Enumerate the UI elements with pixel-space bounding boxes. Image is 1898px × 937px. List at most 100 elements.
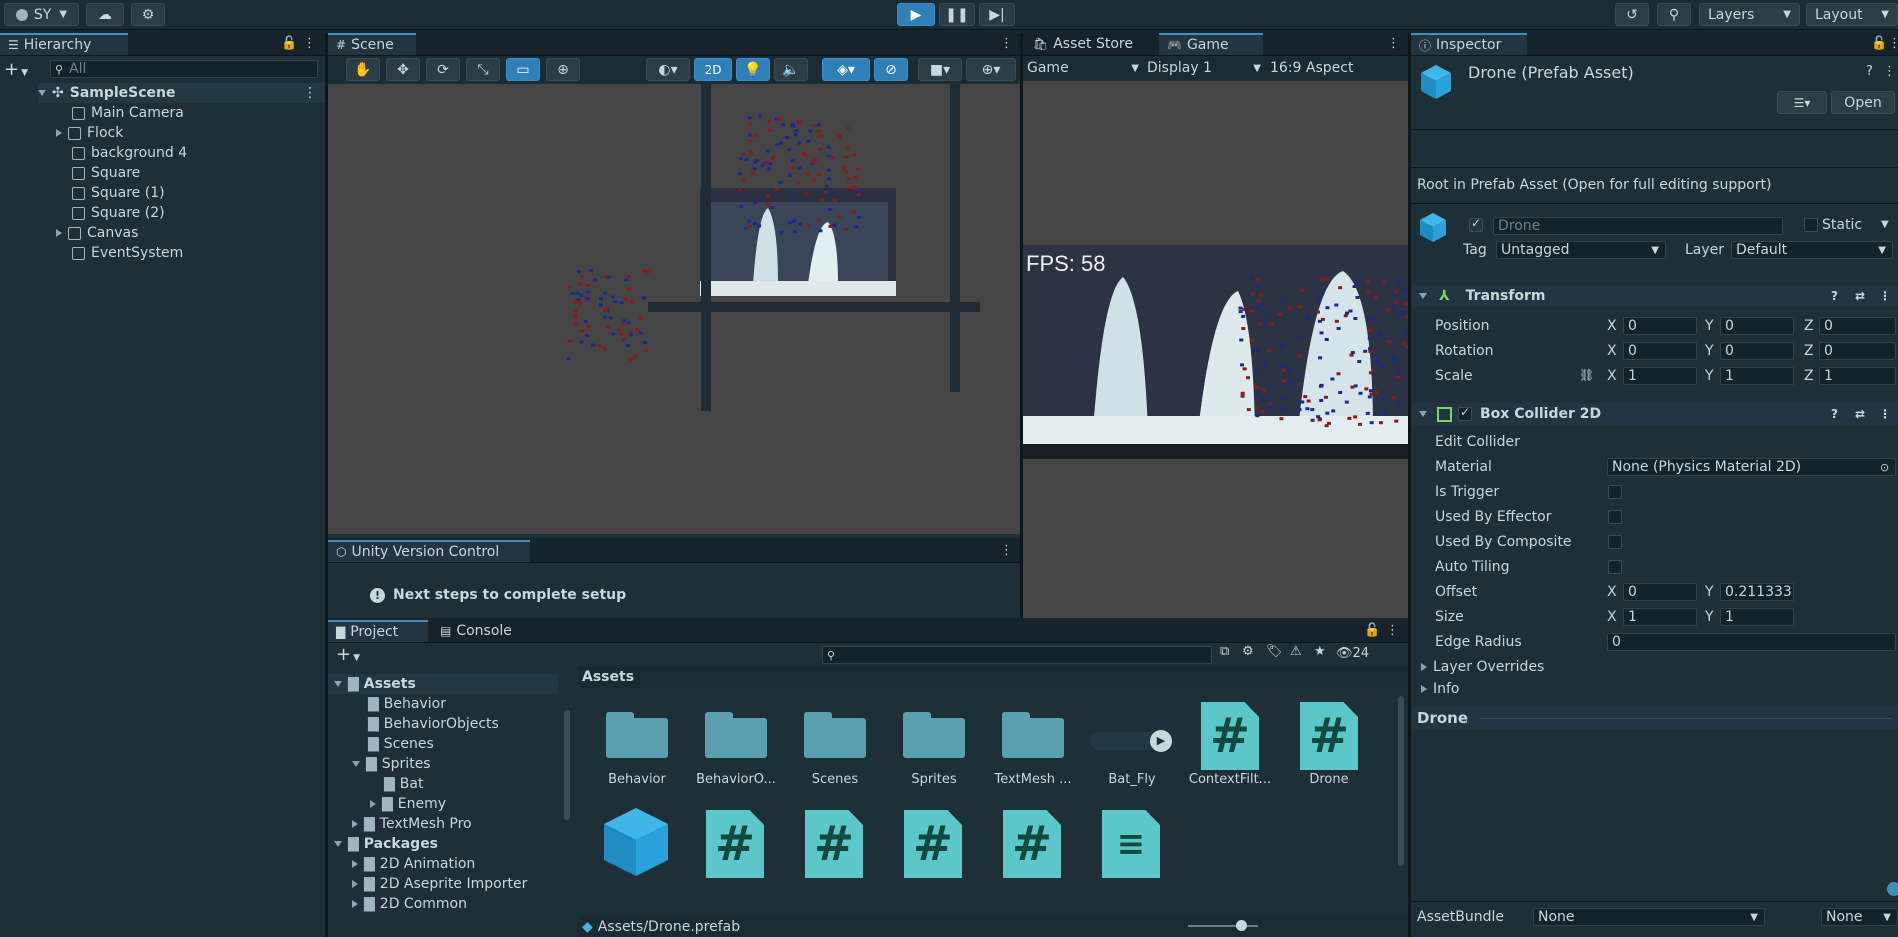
audio-toggle[interactable]: 🔈 xyxy=(774,58,808,81)
collab-button[interactable]: ⚙ xyxy=(131,3,165,26)
rotation-y-field[interactable]: 0 xyxy=(1720,342,1794,360)
move-tool-button[interactable]: ✥ xyxy=(386,58,420,81)
transform-tool-button[interactable]: ⊕ xyxy=(546,58,580,81)
preset-icon[interactable]: ⇄ xyxy=(1855,289,1865,303)
help-icon[interactable]: ? xyxy=(1866,64,1873,79)
asset-bundle-variant-dropdown[interactable]: None ▼ xyxy=(1821,908,1898,926)
hidden-count[interactable]: 👁24 xyxy=(1336,646,1369,661)
more-icon[interactable]: ⋮ xyxy=(1386,623,1399,638)
asset-behavior[interactable]: Behavior xyxy=(589,772,685,787)
rect-tool-button[interactable]: ▭ xyxy=(506,58,540,81)
asset-behaviorobjects[interactable]: BehaviorO... xyxy=(688,772,784,787)
offset-x-field[interactable]: 0 xyxy=(1623,583,1697,601)
play-button[interactable]: ▶ xyxy=(897,3,935,26)
scale-y-field[interactable]: 1 xyxy=(1720,367,1794,385)
more-icon[interactable]: ⋮ xyxy=(1879,289,1891,303)
account-dropdown[interactable]: SY ▼ xyxy=(4,3,79,26)
zoom-slider-thumb[interactable] xyxy=(1236,920,1247,931)
more-icon[interactable]: ⋮ xyxy=(1000,36,1013,51)
tab-vcs[interactable]: ⬡ Unity Version Control xyxy=(328,540,530,562)
size-x-field[interactable]: 1 xyxy=(1623,608,1697,626)
object-picker-icon[interactable]: ⊙ xyxy=(1880,461,1889,474)
more-icon[interactable]: ⋮ xyxy=(1888,36,1898,51)
gameobject-cube-icon[interactable] xyxy=(1419,211,1449,245)
csharp-script-icon[interactable]: # xyxy=(706,810,764,878)
active-checkbox[interactable]: ✓ xyxy=(1469,216,1483,232)
csharp-script-icon[interactable]: # xyxy=(904,810,962,878)
tab-game[interactable]: 🎮 Game xyxy=(1159,33,1263,55)
tab-console[interactable]: ▤ Console xyxy=(432,620,532,642)
asset-scenes[interactable]: Scenes xyxy=(787,772,883,787)
link-icon[interactable]: ⛓ xyxy=(1579,368,1594,382)
tab-scene[interactable]: # Scene xyxy=(328,33,416,55)
asset-breadcrumb[interactable]: Assets xyxy=(578,666,1408,688)
scale-z-field[interactable]: 1 xyxy=(1819,367,1896,385)
scene-root[interactable]: ✣ SampleScene ⋮ xyxy=(38,83,325,103)
layer-overrides-foldout[interactable]: Layer Overrides xyxy=(1421,659,1544,675)
gizmos-dropdown[interactable]: ⊕▾ xyxy=(966,58,1016,81)
position-y-field[interactable]: 0 xyxy=(1720,317,1794,335)
tab-project[interactable]: ▇ Project xyxy=(328,620,428,642)
tree-item-2d-animation[interactable]: ▇ 2D Animation xyxy=(352,854,475,874)
help-icon[interactable]: ? xyxy=(1831,407,1838,421)
preset-icon[interactable]: ⇄ xyxy=(1855,407,1865,421)
help-icon[interactable]: ? xyxy=(1831,289,1838,303)
box-collider-header[interactable]: ✓ Box Collider 2D ? ⇄ ⋮ xyxy=(1411,403,1898,425)
aspect-dropdown[interactable]: 16:9 Aspect xyxy=(1270,58,1353,78)
scene-viewport[interactable] xyxy=(328,84,1020,534)
splitter[interactable] xyxy=(1408,33,1411,937)
more-icon[interactable]: ⋮ xyxy=(303,36,316,51)
more-icon[interactable]: ⋮ xyxy=(1879,407,1891,421)
open-prefab-button[interactable]: Open xyxy=(1831,91,1895,114)
project-search-input[interactable]: ⚲ xyxy=(822,646,1212,664)
camera-dropdown[interactable]: ■▾ xyxy=(918,58,962,81)
step-button[interactable]: ▶| xyxy=(979,3,1015,26)
lock-icon[interactable]: 🔓 xyxy=(1871,36,1887,51)
scale-x-field[interactable]: 1 xyxy=(1623,367,1697,385)
layout-dropdown[interactable]: Layout ▼ xyxy=(1806,3,1898,26)
hierarchy-item-background[interactable]: background 4 xyxy=(72,143,187,163)
offset-y-field[interactable]: 0.211333 xyxy=(1720,583,1794,601)
text-asset-icon[interactable]: ≡ xyxy=(1102,810,1160,878)
asset-scrollbar[interactable] xyxy=(1398,696,1404,866)
hierarchy-item-main-camera[interactable]: Main Camera xyxy=(72,103,184,123)
display-dropdown[interactable]: Display 1 ▼ xyxy=(1147,58,1261,78)
name-field[interactable]: Drone xyxy=(1493,217,1783,235)
tree-item-assets[interactable]: ▇ Assets xyxy=(328,674,558,694)
used-by-composite-checkbox[interactable] xyxy=(1608,535,1622,549)
label-icon[interactable]: 🏷 xyxy=(1266,644,1283,659)
vcs-setup-link[interactable]: ! Next steps to complete setup xyxy=(370,587,626,603)
transform-header[interactable]: ⅄ Transform ? ⇄ ⋮ xyxy=(1411,285,1898,307)
expand-icon[interactable] xyxy=(56,129,62,137)
hierarchy-item-square-2[interactable]: Square (2) xyxy=(72,203,165,223)
hierarchy-item-flock[interactable]: Flock xyxy=(56,123,123,143)
tree-item-behavior[interactable]: ▇ Behavior xyxy=(368,694,446,714)
material-field[interactable]: None (Physics Material 2D) ⊙ xyxy=(1607,458,1896,476)
asset-sprites[interactable]: Sprites xyxy=(886,772,982,787)
history-button[interactable]: ↺ xyxy=(1615,3,1649,26)
lock-icon[interactable]: 🔓 xyxy=(281,36,297,51)
hierarchy-item-square-1[interactable]: Square (1) xyxy=(72,183,165,203)
tab-inspector[interactable]: ⓘ Inspector xyxy=(1411,33,1527,55)
play-icon[interactable]: ▶ xyxy=(1150,730,1172,752)
asset-textmesh[interactable]: TextMesh ... xyxy=(985,772,1081,787)
search-button[interactable]: ⚲ xyxy=(1657,3,1691,26)
tree-item-sprites[interactable]: ▇ Sprites xyxy=(352,754,431,774)
tree-item-bat[interactable]: ▇ Bat xyxy=(384,774,423,794)
preview-header[interactable]: Drone xyxy=(1411,707,1898,729)
layers-dropdown[interactable]: Layers ▼ xyxy=(1699,3,1800,26)
splitter[interactable] xyxy=(1020,33,1023,618)
asset-contextfilter[interactable]: ContextFilt... xyxy=(1182,772,1278,787)
add-button[interactable]: + ▼ xyxy=(4,59,28,80)
position-z-field[interactable]: 0 xyxy=(1819,317,1896,335)
tree-item-scenes[interactable]: ▇ Scenes xyxy=(368,734,434,754)
asset-bundle-name-dropdown[interactable]: None ▼ xyxy=(1533,908,1765,926)
more-icon[interactable]: ⋮ xyxy=(303,85,317,101)
lighting-toggle[interactable]: 💡 xyxy=(736,58,770,81)
prefab-cube-icon[interactable] xyxy=(598,804,674,880)
tab-hierarchy[interactable]: ☰ Hierarchy xyxy=(0,33,128,55)
project-add-button[interactable]: + ▼ xyxy=(336,644,360,665)
more-icon[interactable]: ⋮ xyxy=(1883,64,1896,79)
hierarchy-search-input[interactable]: ⚲ All xyxy=(50,60,318,78)
prefab-options-dropdown[interactable]: ☰▾ xyxy=(1777,91,1827,114)
